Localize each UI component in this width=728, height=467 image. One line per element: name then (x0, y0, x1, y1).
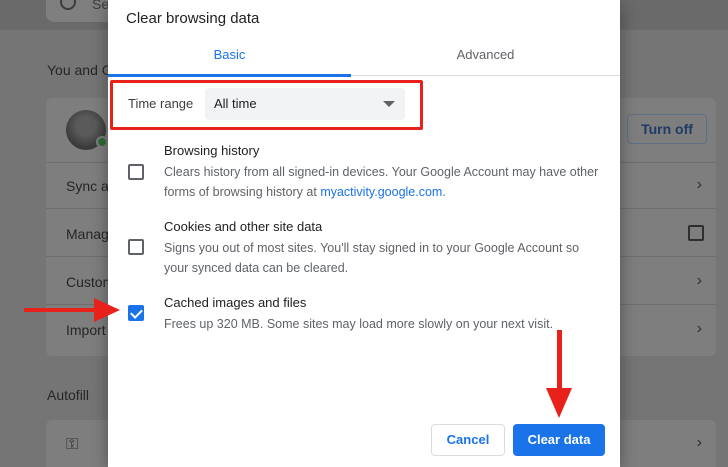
open-external-icon (688, 225, 704, 241)
myactivity-link[interactable]: myactivity.google.com (320, 185, 442, 199)
section-heading-you-and-google: You and G (47, 62, 113, 78)
chevron-right-icon: › (696, 176, 702, 193)
option-title: Browsing history (164, 143, 260, 158)
chevron-right-icon: › (696, 434, 702, 451)
annotation-arrow-shaft (557, 330, 562, 392)
row-label-import: Import (66, 322, 106, 338)
option-description: Signs you out of most sites. You'll stay… (164, 241, 580, 275)
row-label-sync: Sync ar (66, 178, 114, 194)
time-range-value: All time (214, 96, 257, 111)
cancel-button[interactable]: Cancel (431, 424, 505, 456)
browsing-history-checkbox[interactable] (128, 164, 144, 180)
cached-files-checkbox[interactable] (128, 305, 144, 321)
annotation-arrow-shaft (24, 308, 98, 312)
section-heading-autofill: Autofill (47, 387, 90, 403)
chevron-right-icon: › (696, 320, 702, 337)
clear-browsing-data-dialog: Clear browsing data Basic Advanced Time … (108, 0, 620, 467)
settings-search-placeholder: Se (92, 0, 110, 12)
key-icon: ⚿ (66, 436, 79, 453)
cookies-checkbox[interactable] (128, 239, 144, 255)
dialog-title: Clear browsing data (126, 10, 260, 27)
tab-bar: Basic Advanced (108, 40, 620, 77)
option-title: Cookies and other site data (164, 219, 323, 234)
option-description: Frees up 320 MB. Some sites may load mor… (164, 317, 554, 331)
tab-advanced[interactable]: Advanced (351, 40, 620, 76)
option-description: Clears history from all signed-in device… (164, 165, 599, 199)
tab-basic[interactable]: Basic (108, 40, 351, 77)
dropdown-caret-icon (383, 101, 395, 107)
option-title: Cached images and files (164, 295, 307, 310)
annotation-arrow-down-icon (546, 388, 572, 418)
sync-badge-icon (96, 136, 108, 148)
time-range-dropdown[interactable]: All time (205, 88, 405, 120)
annotation-arrow-right-icon (94, 298, 120, 322)
row-label-manage: Manag (66, 226, 109, 242)
row-label-customize: Custom (66, 274, 115, 290)
turn-off-sync-button: Turn off (627, 114, 707, 144)
clear-data-button[interactable]: Clear data (513, 424, 605, 456)
chevron-right-icon: › (696, 272, 702, 289)
time-range-label: Time range (128, 96, 194, 111)
